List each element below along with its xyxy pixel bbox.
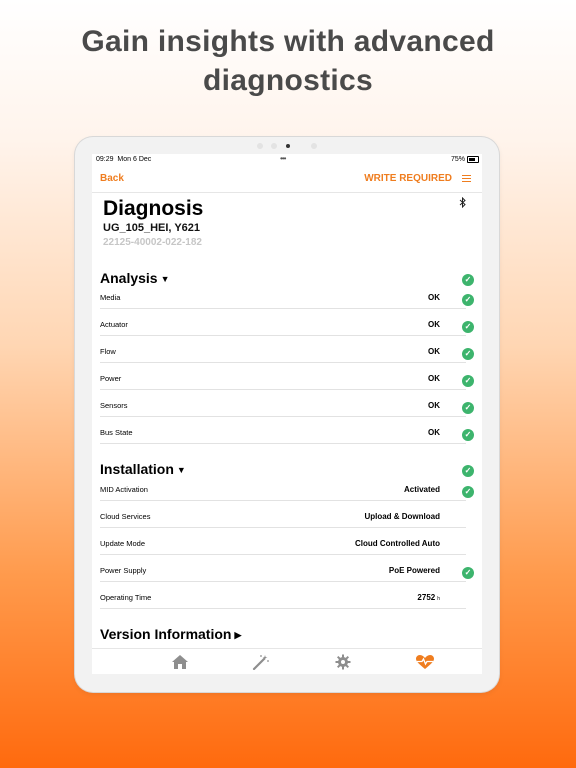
check-icon: ✓ xyxy=(462,567,474,579)
analysis-row: Bus State OK xyxy=(100,427,466,444)
row-value: OK xyxy=(428,428,440,437)
check-icon: ✓ xyxy=(462,429,474,441)
row-value: Activated xyxy=(403,485,440,494)
row-value: PoE Powered xyxy=(388,566,440,575)
nav-bar: Back WRITE REQUIRED xyxy=(92,168,482,193)
analysis-section-toggle[interactable]: Analysis ▼ xyxy=(100,270,170,286)
row-value: 2752 h xyxy=(417,593,440,602)
installation-row: Update Mode Cloud Controlled Auto xyxy=(100,538,466,555)
camera-dot xyxy=(257,143,263,149)
hamburger-menu-icon[interactable] xyxy=(462,175,471,182)
installation-title: Installation xyxy=(100,461,174,477)
installation-section-toggle[interactable]: Installation ▼ xyxy=(100,461,186,477)
magic-wand-icon[interactable] xyxy=(252,654,272,670)
headline-line-2: diagnostics xyxy=(203,64,373,97)
row-label: Actuator xyxy=(100,320,128,329)
row-label: MID Activation xyxy=(100,485,148,494)
diagnosis-header: Diagnosis UG_105_HEI, Y621 22125-40002-0… xyxy=(103,197,203,251)
row-label: Update Mode xyxy=(100,539,146,548)
analysis-check-icon: ✓ xyxy=(462,274,474,286)
row-label: Power Supply xyxy=(100,566,147,575)
row-label: Cloud Services xyxy=(100,512,151,521)
multitask-dots-icon[interactable]: ••• xyxy=(280,154,286,163)
check-icon: ✓ xyxy=(462,375,474,387)
version-section-toggle[interactable]: Version Information ▶ xyxy=(100,626,241,642)
analysis-row: Actuator OK xyxy=(100,319,466,336)
check-icon: ✓ xyxy=(462,294,474,306)
row-value: Cloud Controlled Auto xyxy=(354,539,440,548)
back-button[interactable]: Back xyxy=(100,173,124,184)
battery-icon xyxy=(467,156,479,163)
row-value: OK xyxy=(428,374,440,383)
tablet-frame: 09:29 Mon 6 Dec ••• 75% Back WRITE REQUI… xyxy=(75,137,499,692)
bluetooth-icon[interactable] xyxy=(459,196,466,211)
heart-pulse-icon[interactable] xyxy=(415,654,435,670)
tab-bar xyxy=(92,648,482,674)
app-screen: 09:29 Mon 6 Dec ••• 75% Back WRITE REQUI… xyxy=(92,154,482,674)
camera-row xyxy=(75,141,499,151)
check-icon: ✓ xyxy=(462,348,474,360)
row-label: Bus State xyxy=(100,428,133,437)
caret-down-icon: ▼ xyxy=(176,465,186,475)
analysis-row: Sensors OK xyxy=(100,400,466,417)
camera-dot xyxy=(311,143,317,149)
row-label: Operating Time xyxy=(100,593,152,602)
battery-percent: 75% xyxy=(450,156,465,163)
check-icon: ✓ xyxy=(462,402,474,414)
camera-dot xyxy=(271,143,277,149)
installation-row: Cloud Services Upload & Download xyxy=(100,511,466,528)
home-icon[interactable] xyxy=(171,654,191,670)
version-title: Version Information xyxy=(100,626,232,642)
write-required-button[interactable]: WRITE REQUIRED xyxy=(364,173,452,184)
installation-row: Power Supply PoE Powered xyxy=(100,565,466,582)
camera-lens xyxy=(286,144,290,148)
caret-right-icon: ▶ xyxy=(234,630,242,640)
row-value: OK xyxy=(428,401,440,410)
headline: Gain insights with advanced diagnostics xyxy=(0,22,576,100)
row-label: Media xyxy=(100,293,121,302)
analysis-row: Flow OK xyxy=(100,346,466,363)
installation-row: Operating Time 2752 h xyxy=(100,592,466,609)
device-name: UG_105_HEI, Y621 xyxy=(103,222,201,234)
status-time: 09:29 Mon 6 Dec xyxy=(96,156,152,163)
analysis-row: Power OK xyxy=(100,373,466,390)
page-title: Diagnosis xyxy=(103,197,204,220)
caret-down-icon: ▼ xyxy=(160,274,170,284)
headline-line-1: Gain insights with advanced xyxy=(81,25,495,58)
row-label: Flow xyxy=(100,347,116,356)
installation-row: MID Activation Activated xyxy=(100,484,466,501)
unit-label: h xyxy=(437,596,440,602)
row-label: Sensors xyxy=(100,401,128,410)
analysis-row: Media OK xyxy=(100,292,466,309)
check-icon: ✓ xyxy=(462,486,474,498)
row-value: Upload & Download xyxy=(364,512,440,521)
analysis-title: Analysis xyxy=(100,270,158,286)
row-value: OK xyxy=(428,320,440,329)
serial-number: 22125-40002-022-182 xyxy=(103,237,202,248)
check-icon: ✓ xyxy=(462,321,474,333)
row-value: OK xyxy=(428,347,440,356)
gear-icon[interactable] xyxy=(334,654,354,670)
installation-check-icon: ✓ xyxy=(462,465,474,477)
row-label: Power xyxy=(100,374,122,383)
row-value: OK xyxy=(428,293,440,302)
status-bar: 09:29 Mon 6 Dec ••• 75% xyxy=(92,154,482,168)
